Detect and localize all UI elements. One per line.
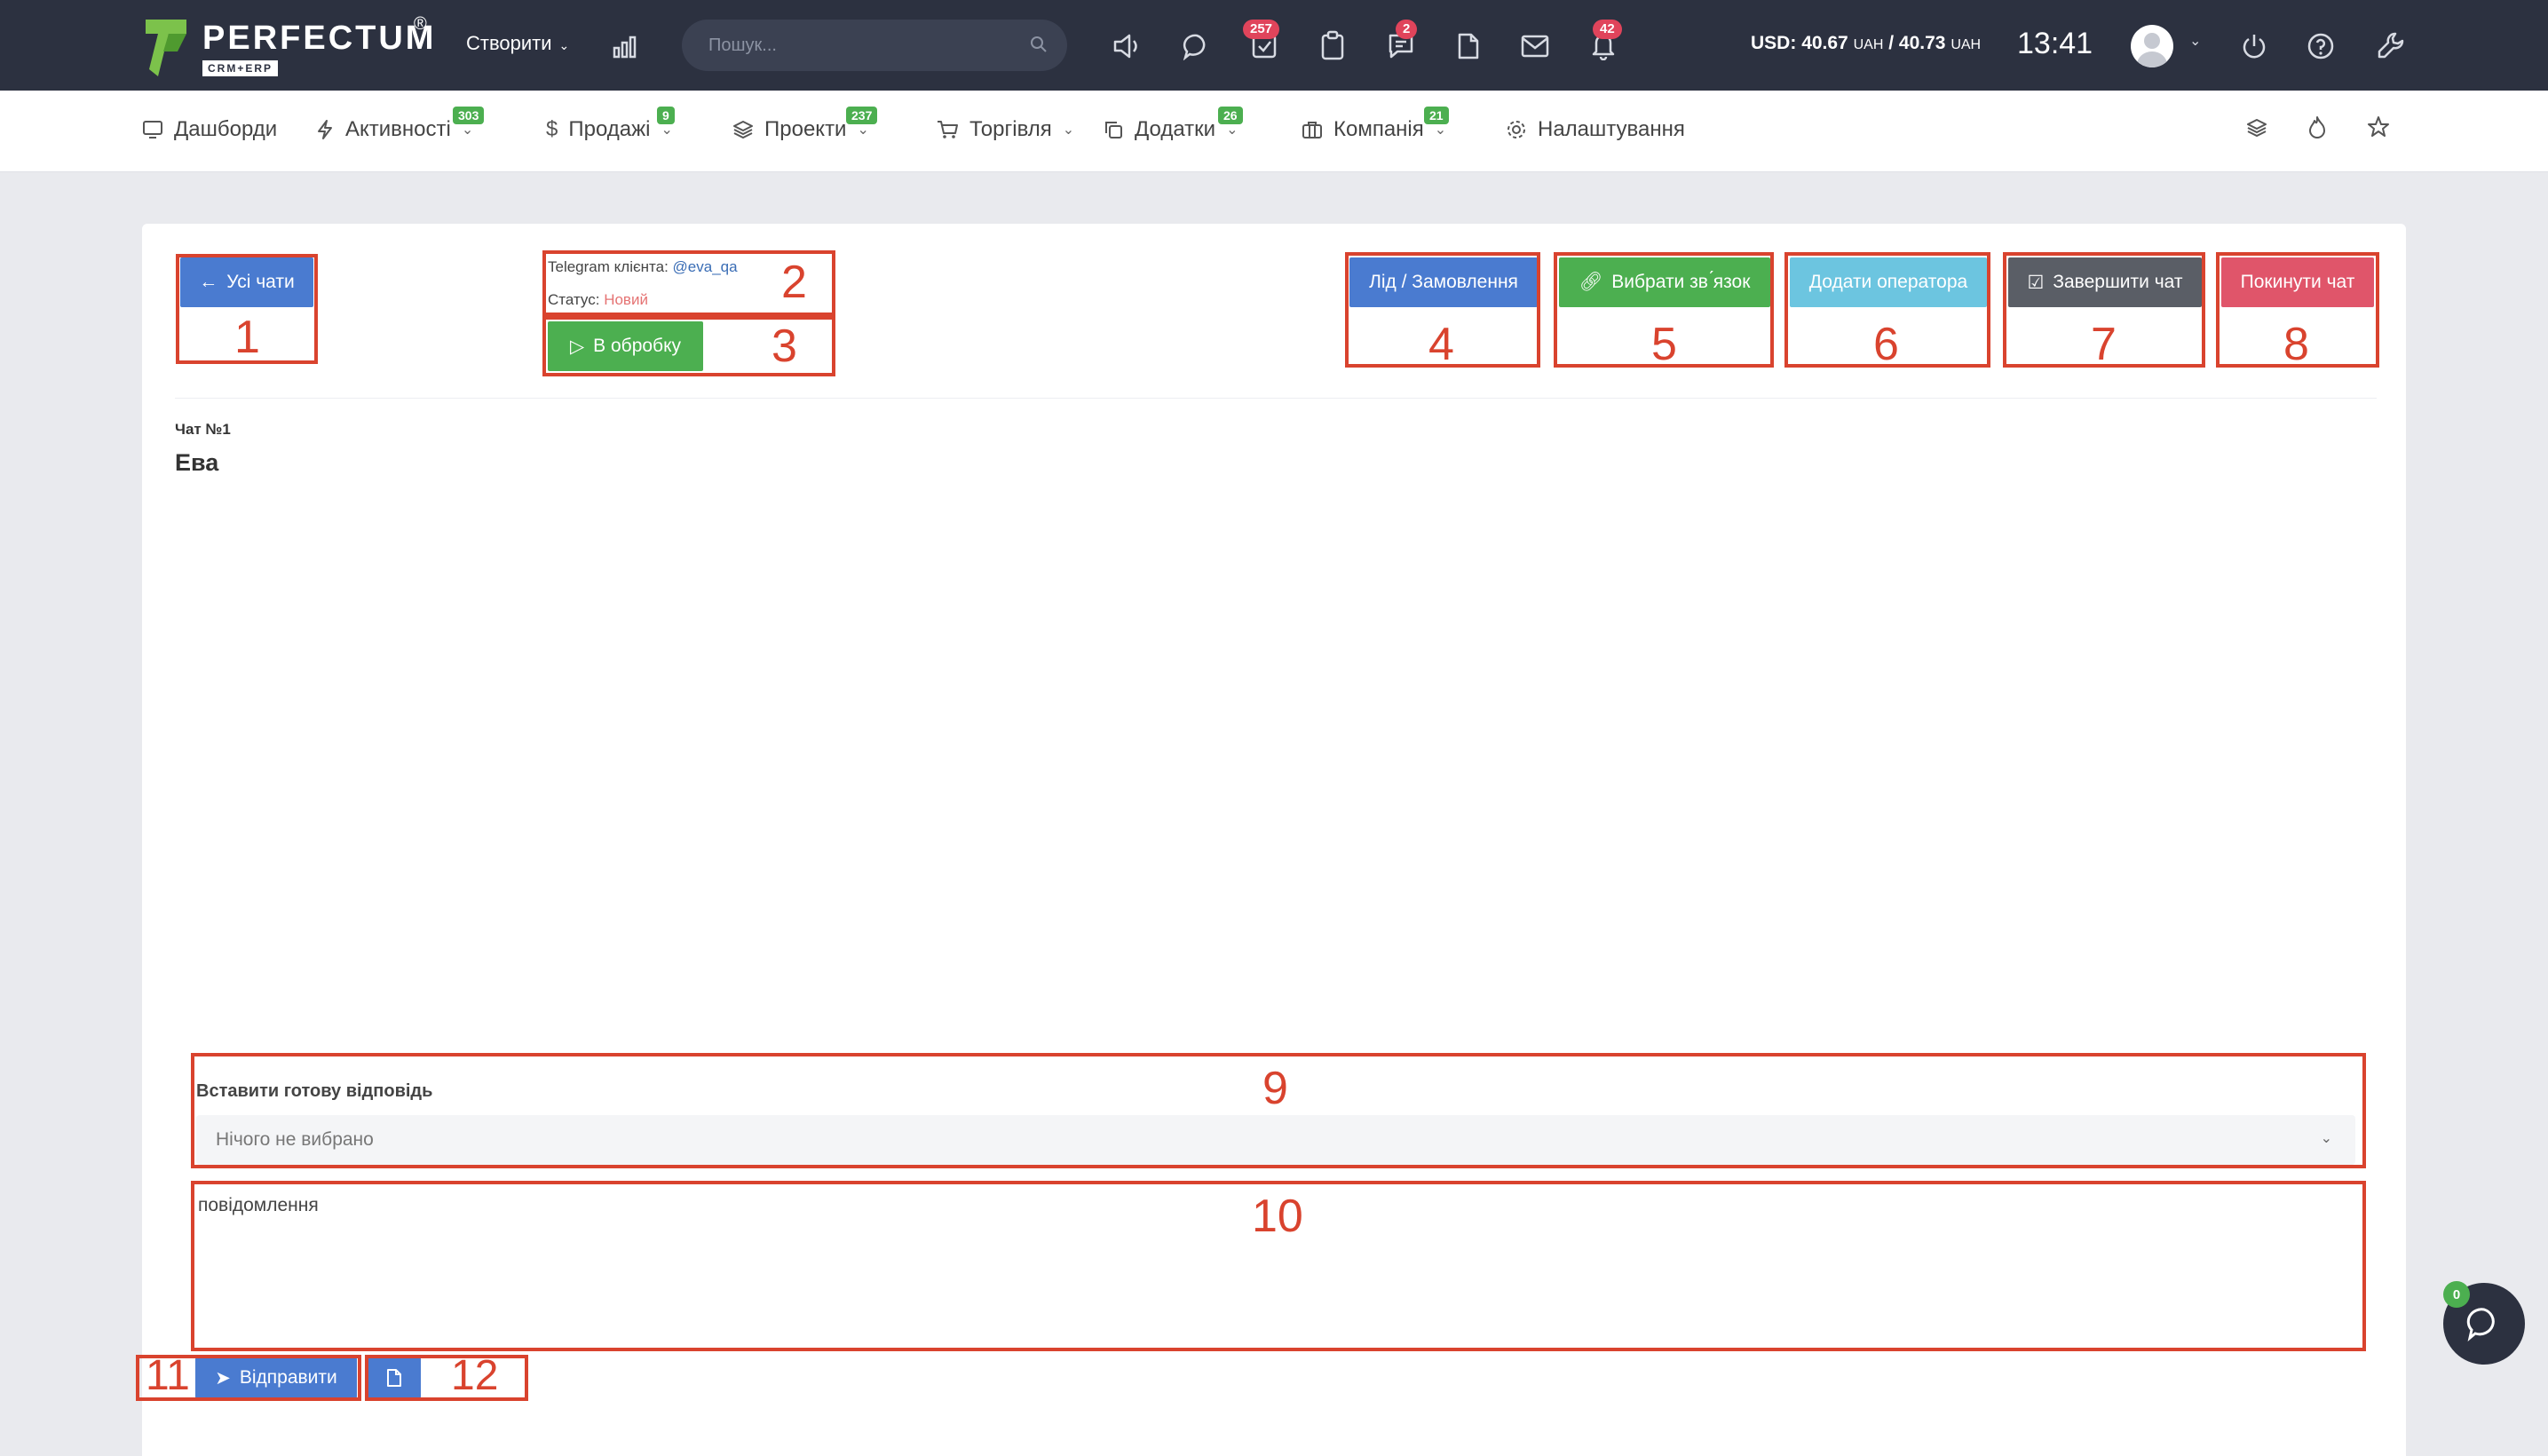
activities-badge: 303 <box>453 107 485 124</box>
header-divider <box>175 398 2377 399</box>
messages-badge: 2 <box>1396 20 1418 39</box>
clock-time: 13:41 <box>2017 27 2093 60</box>
nav-label-company: Компанія <box>1333 117 1424 141</box>
main-nav: Дашборди Активності ⌄ 303 $ Продажі ⌄ 9 … <box>0 91 2548 172</box>
chevron-down-icon: ⌄ <box>558 38 570 52</box>
notifications-badge: 42 <box>1593 20 1622 39</box>
chat-bubble-icon[interactable] <box>1183 32 1211 60</box>
help-icon[interactable] <box>2307 32 2335 60</box>
clipboard-icon[interactable] <box>1319 30 1346 60</box>
currency-rate: USD: 40.67 UAH / 40.73 UAH <box>1751 33 1981 54</box>
annotation-number-1: 1 <box>234 312 260 363</box>
nav-label-projects: Проекти <box>764 117 847 141</box>
star-icon[interactable] <box>2367 115 2390 138</box>
wrench-icon[interactable] <box>2376 30 2406 60</box>
create-menu-button[interactable]: Створити ⌄ <box>466 32 569 55</box>
chat-number: Чат №1 <box>175 421 231 438</box>
rate-buy: 40.67 <box>1801 33 1848 53</box>
currency-unit-2: UAH <box>1951 37 1982 52</box>
avatar-body <box>2137 51 2167 67</box>
annotation-number-3: 3 <box>772 320 797 372</box>
user-avatar[interactable] <box>2131 25 2173 67</box>
logo-subtitle: CRM+ERP <box>202 60 279 76</box>
search-box[interactable] <box>682 20 1067 71</box>
nav-item-sales[interactable]: $ Продажі ⌄ <box>546 117 673 142</box>
create-label: Створити <box>466 32 552 54</box>
annotation-number-5: 5 <box>1651 319 1677 370</box>
cart-icon <box>938 121 958 138</box>
monitor-icon <box>143 121 162 138</box>
briefcase-icon <box>1302 122 1322 138</box>
mail-icon[interactable] <box>1520 34 1550 59</box>
copy-icon <box>1105 122 1122 138</box>
annotation-number-10: 10 <box>1252 1191 1303 1242</box>
currency-prefix: USD: <box>1751 33 1797 53</box>
dollar-icon: $ <box>546 117 558 141</box>
annotation-number-4: 4 <box>1428 319 1454 370</box>
bar-chart-icon[interactable] <box>613 34 641 59</box>
logo-registered: ® <box>414 14 427 34</box>
perfectum-logo[interactable]: PERFECTUM ® CRM+ERP <box>142 14 437 80</box>
chat-bubble-icon <box>2466 1308 2495 1341</box>
nav-label-activities: Активності <box>345 117 451 141</box>
floating-chat-badge: 0 <box>2443 1281 2470 1308</box>
layers-shortcut-icon[interactable] <box>2246 117 2267 138</box>
search-icon[interactable] <box>1030 36 1048 53</box>
currency-unit: UAH <box>1853 37 1884 52</box>
nav-label-settings: Налаштування <box>1538 117 1685 141</box>
search-input[interactable] <box>708 32 1010 59</box>
annotation-number-9: 9 <box>1262 1063 1288 1114</box>
megaphone-icon[interactable] <box>1112 32 1142 60</box>
nav-item-activities[interactable]: Активності ⌄ <box>315 117 473 142</box>
annotation-number-2: 2 <box>781 257 807 308</box>
annotation-number-12: 12 <box>451 1352 499 1399</box>
nav-item-trade[interactable]: Торгівля ⌄ <box>936 117 1074 142</box>
company-badge: 21 <box>1424 107 1449 124</box>
nav-item-settings[interactable]: Налаштування <box>1506 117 1685 142</box>
fire-icon[interactable] <box>2307 115 2328 138</box>
nav-item-dashboards[interactable]: Дашборди <box>142 117 277 142</box>
avatar-head <box>2144 33 2160 49</box>
addons-badge: 26 <box>1218 107 1243 124</box>
logo-mark-icon <box>146 20 186 76</box>
annotation-number-8: 8 <box>2283 319 2309 370</box>
nav-label-trade: Торгівля <box>969 117 1052 141</box>
rate-sell: 40.73 <box>1898 33 1946 53</box>
bolt-icon <box>318 120 332 139</box>
chat-contact-name: Ева <box>175 449 219 476</box>
annotation-number-7: 7 <box>2091 319 2117 370</box>
user-menu-chevron-icon[interactable]: ⌄ <box>2189 32 2201 50</box>
power-icon[interactable] <box>2241 32 2267 60</box>
annotation-number-11: 11 <box>146 1352 190 1399</box>
logo-text: PERFECTUM <box>202 20 437 57</box>
sales-badge: 9 <box>657 107 675 124</box>
tasks-badge: 257 <box>1243 20 1280 39</box>
file-icon[interactable] <box>1456 32 1481 60</box>
annotation-number-6: 6 <box>1873 319 1899 370</box>
nav-label-dashboards: Дашборди <box>174 117 278 141</box>
chevron-down-icon: ⌄ <box>1062 123 1075 138</box>
top-header: PERFECTUM ® CRM+ERP Створити ⌄ 257 <box>0 0 2548 91</box>
projects-badge: 237 <box>846 107 878 124</box>
nav-label-addons: Додатки <box>1135 117 1216 141</box>
layers-icon <box>733 121 753 139</box>
nav-label-sales: Продажі <box>568 117 651 141</box>
gear-icon <box>1507 121 1525 138</box>
currency-separator: / <box>1888 33 1895 53</box>
annotation-box-12 <box>365 1355 528 1401</box>
